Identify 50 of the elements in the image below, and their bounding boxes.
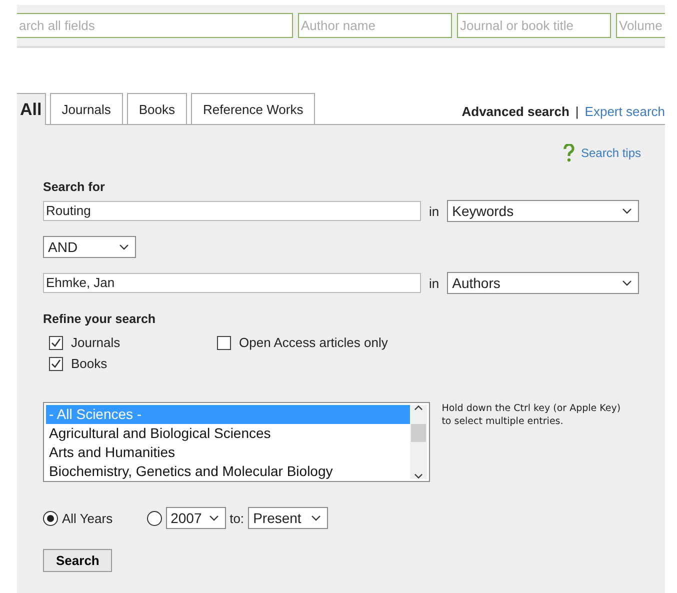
caret-icon — [208, 515, 219, 521]
section-heading: Search for — [43, 180, 106, 194]
caret-icon — [311, 515, 322, 521]
scroll-down-icon — [414, 473, 423, 479]
tab[interactable]: All — [17, 93, 46, 125]
help-icon — [562, 144, 575, 162]
search-term-field[interactable]: Routing — [43, 201, 421, 221]
radio-label: All Years — [62, 510, 113, 526]
to-label: to: — [230, 510, 244, 526]
separator: | — [575, 104, 579, 119]
in-label: in — [429, 204, 440, 218]
tab[interactable]: Reference Works — [191, 93, 316, 124]
check-icon — [51, 338, 61, 348]
check-icon — [51, 358, 61, 368]
subject-list[interactable]: - All Sciences - Agricultural and Biological Sciences Arts and Humanities Biochemistry, Genetics and Molecular Biology — [43, 402, 430, 482]
year-select[interactable]: Present — [248, 507, 328, 529]
section-heading: Refine your search — [43, 312, 157, 326]
checkbox-label: Books — [71, 356, 108, 371]
list-item[interactable]: Arts and Humanities — [46, 443, 410, 462]
search-tips-link[interactable]: Search tips — [580, 146, 641, 160]
search-field[interactable]: Volume — [616, 13, 665, 38]
search-mode-link[interactable]: Expert search — [584, 104, 665, 119]
year-select[interactable]: 2007 — [166, 507, 226, 529]
tab[interactable]: Books — [126, 93, 188, 124]
search-button[interactable]: Search — [43, 549, 112, 572]
field-select[interactable]: Authors — [447, 272, 640, 294]
field-select[interactable]: Keywords — [447, 200, 640, 222]
search-field[interactable]: arch all fields — [17, 13, 293, 38]
list-item[interactable]: Biochemistry, Genetics and Molecular Biology — [46, 462, 410, 481]
caret-icon — [119, 244, 129, 250]
search-term-field[interactable]: Ehmke, Jan — [43, 273, 421, 293]
list-item[interactable]: Agricultural and Biological Sciences — [46, 424, 410, 443]
hint-text: Hold down the Ctrl key (or Apple Key) to select multiple entries. — [442, 402, 622, 429]
checkbox[interactable] — [49, 356, 63, 370]
radio-button[interactable] — [146, 510, 162, 526]
caret-icon — [622, 208, 632, 214]
in-label: in — [429, 276, 440, 290]
search-field[interactable]: Journal or book title — [457, 13, 611, 38]
tab[interactable]: Journals — [50, 93, 123, 124]
scroll-thumb[interactable] — [410, 424, 426, 442]
caret-icon — [622, 280, 632, 286]
checkbox[interactable] — [49, 336, 63, 350]
checkbox-label: Open Access articles only — [239, 335, 388, 350]
operator-select[interactable]: AND — [43, 236, 136, 258]
search-field[interactable]: Author name — [298, 13, 452, 38]
scroll-up-icon — [414, 405, 423, 411]
radio-button[interactable] — [43, 510, 58, 526]
checkbox-label: Journals — [71, 335, 120, 350]
checkbox[interactable] — [217, 336, 231, 350]
search-mode-link[interactable]: Advanced search — [462, 104, 570, 119]
